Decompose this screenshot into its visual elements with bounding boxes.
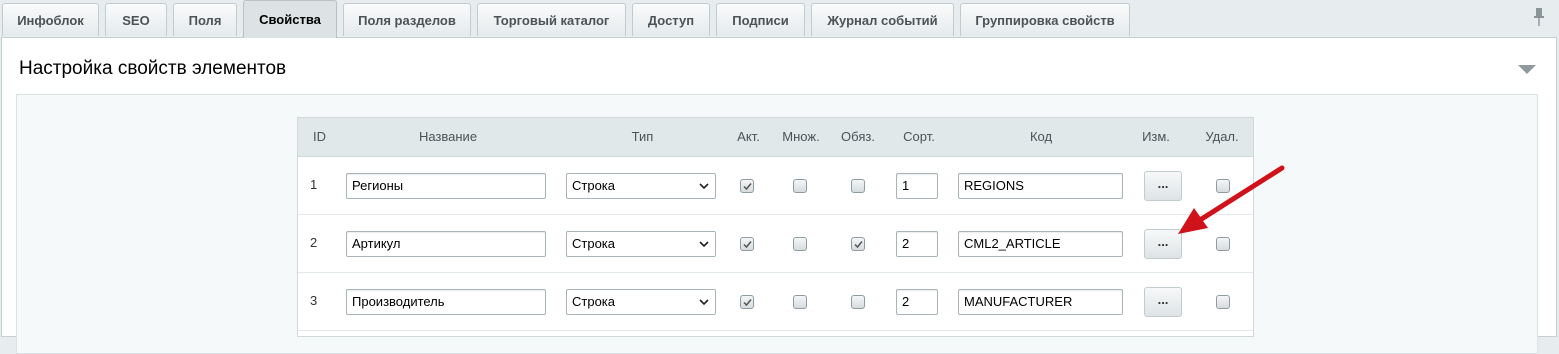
tab-properties[interactable]: Свойства bbox=[243, 0, 337, 38]
active-checkbox[interactable] bbox=[740, 295, 754, 309]
required-checkbox[interactable] bbox=[851, 179, 865, 193]
row-id: 3 bbox=[310, 293, 318, 308]
header-id: ID bbox=[313, 129, 326, 144]
type-select-value: Строка bbox=[572, 294, 616, 309]
properties-table: ID Название Тип Акт. Множ. Обяз. Сорт. К… bbox=[297, 117, 1254, 337]
tab-property-grouping[interactable]: Группировка свойств bbox=[960, 3, 1130, 36]
code-input[interactable]: MANUFACTURER bbox=[958, 289, 1123, 315]
tab-trade-catalog[interactable]: Торговый каталог bbox=[477, 3, 626, 36]
header-name: Название bbox=[418, 129, 478, 144]
table-row: 3 Производитель Строка 2 MANUFACTURER ..… bbox=[298, 273, 1253, 331]
header-type: Тип bbox=[631, 129, 654, 144]
delete-checkbox[interactable] bbox=[1216, 295, 1230, 309]
name-input[interactable]: Артикул bbox=[346, 231, 546, 257]
row-id: 2 bbox=[310, 235, 318, 250]
tab-infoblock[interactable]: Инфоблок bbox=[2, 3, 99, 36]
pin-icon[interactable] bbox=[1531, 6, 1547, 28]
tab-seo[interactable]: SEO bbox=[105, 3, 167, 36]
name-input[interactable]: Производитель bbox=[346, 289, 546, 315]
header-code: Код bbox=[1029, 129, 1053, 144]
table-header: ID Название Тип Акт. Множ. Обяз. Сорт. К… bbox=[298, 118, 1253, 157]
code-input[interactable]: CML2_ARTICLE bbox=[958, 231, 1123, 257]
header-edit: Изм. bbox=[1142, 129, 1170, 144]
chevron-down-icon bbox=[699, 299, 709, 306]
type-select[interactable]: Строка bbox=[566, 173, 716, 199]
multiple-checkbox[interactable] bbox=[793, 179, 807, 193]
name-input[interactable]: Регионы bbox=[346, 173, 546, 199]
type-select[interactable]: Строка bbox=[566, 289, 716, 315]
panel-header: Настройка свойств элементов bbox=[2, 38, 1556, 93]
chevron-down-icon bbox=[699, 241, 709, 248]
edit-button[interactable]: ... bbox=[1144, 287, 1182, 317]
tab-bar: Инфоблок SEO Поля Свойства Поля разделов… bbox=[0, 0, 1559, 38]
header-sort: Сорт. bbox=[903, 129, 935, 144]
code-input[interactable]: REGIONS bbox=[958, 173, 1123, 199]
active-checkbox[interactable] bbox=[740, 237, 754, 251]
multiple-checkbox[interactable] bbox=[793, 295, 807, 309]
type-select-value: Строка bbox=[572, 236, 616, 251]
required-checkbox[interactable] bbox=[851, 295, 865, 309]
type-select[interactable]: Строка bbox=[566, 231, 716, 257]
sort-input[interactable]: 1 bbox=[896, 173, 938, 199]
sort-input[interactable]: 2 bbox=[896, 231, 938, 257]
triangle-down-icon[interactable] bbox=[1518, 65, 1536, 75]
tab-event-log[interactable]: Журнал событий bbox=[811, 3, 954, 36]
sort-input[interactable]: 2 bbox=[896, 289, 938, 315]
header-delete: Удал. bbox=[1205, 129, 1239, 144]
multiple-checkbox[interactable] bbox=[793, 237, 807, 251]
type-select-value: Строка bbox=[572, 178, 616, 193]
row-id: 1 bbox=[310, 177, 318, 192]
panel-title: Настройка свойств элементов bbox=[19, 58, 287, 79]
active-checkbox[interactable] bbox=[740, 179, 754, 193]
tab-access[interactable]: Доступ bbox=[632, 3, 710, 36]
header-active: Акт. bbox=[737, 129, 760, 144]
header-multiple: Множ. bbox=[782, 129, 820, 144]
table-row: 2 Артикул Строка 2 CML2_ARTICLE ... bbox=[298, 215, 1253, 273]
required-checkbox[interactable] bbox=[851, 237, 865, 251]
chevron-down-icon bbox=[699, 183, 709, 190]
tab-captions[interactable]: Подписи bbox=[716, 3, 805, 36]
tab-fields[interactable]: Поля bbox=[173, 3, 237, 36]
tab-section-fields[interactable]: Поля разделов bbox=[343, 3, 471, 36]
table-row: 1 Регионы Строка 1 REGIONS ... bbox=[298, 157, 1253, 215]
red-arrow-annotation bbox=[1178, 165, 1285, 234]
header-required: Обяз. bbox=[841, 129, 875, 144]
